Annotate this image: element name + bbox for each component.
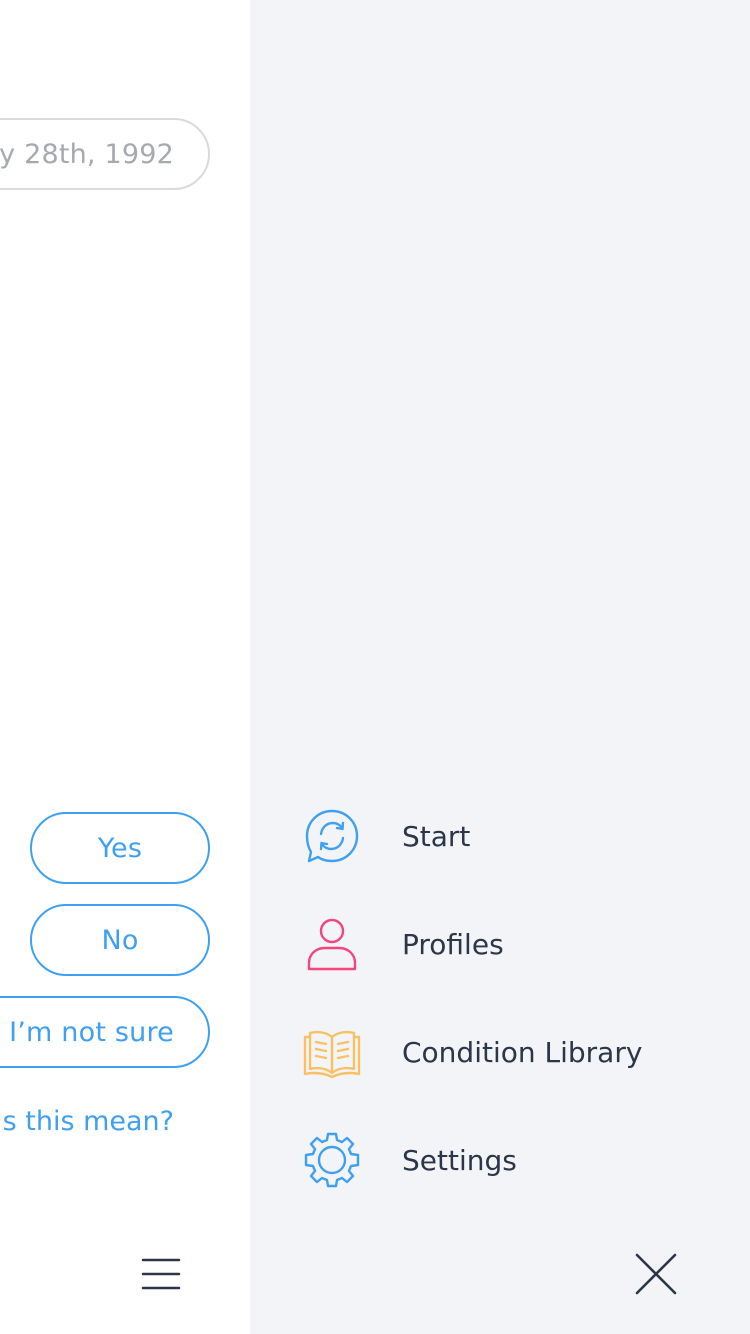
person-icon: [302, 914, 362, 974]
hamburger-icon[interactable]: [138, 1252, 184, 1296]
what-does-this-mean-link[interactable]: s this mean?: [3, 1106, 174, 1137]
menu-item-settings-label: Settings: [402, 1143, 517, 1177]
menu-item-start-label: Start: [402, 819, 471, 853]
date-answer-text: ay 28th, 1992: [0, 138, 174, 170]
menu-item-start[interactable]: Start: [250, 796, 750, 876]
answer-yes-button[interactable]: Yes: [30, 812, 210, 884]
gear-icon: [302, 1130, 362, 1190]
chat-refresh-icon: [302, 806, 362, 866]
answer-no-label: No: [101, 924, 139, 956]
answer-unsure-label: I’m not sure: [9, 1016, 174, 1048]
answer-unsure-button[interactable]: I’m not sure: [0, 996, 210, 1068]
app-screen: ay 28th, 1992 Yes No I’m not sure s this…: [0, 0, 750, 1334]
menu-item-profiles[interactable]: Profiles: [250, 904, 750, 984]
menu-item-settings[interactable]: Settings: [250, 1120, 750, 1200]
open-book-icon: [302, 1022, 362, 1082]
menu-item-profiles-label: Profiles: [402, 927, 504, 961]
chat-panel: ay 28th, 1992 Yes No I’m not sure s this…: [0, 0, 250, 1334]
answer-no-button[interactable]: No: [30, 904, 210, 976]
menu-item-condition-library[interactable]: Condition Library: [250, 1012, 750, 1092]
date-answer-bubble: ay 28th, 1992: [0, 118, 210, 190]
close-icon[interactable]: [632, 1250, 680, 1298]
menu-item-condition-library-label: Condition Library: [402, 1035, 643, 1069]
answer-yes-label: Yes: [97, 832, 143, 864]
navigation-drawer: Start Profiles Condition Library Setting…: [250, 0, 750, 1334]
